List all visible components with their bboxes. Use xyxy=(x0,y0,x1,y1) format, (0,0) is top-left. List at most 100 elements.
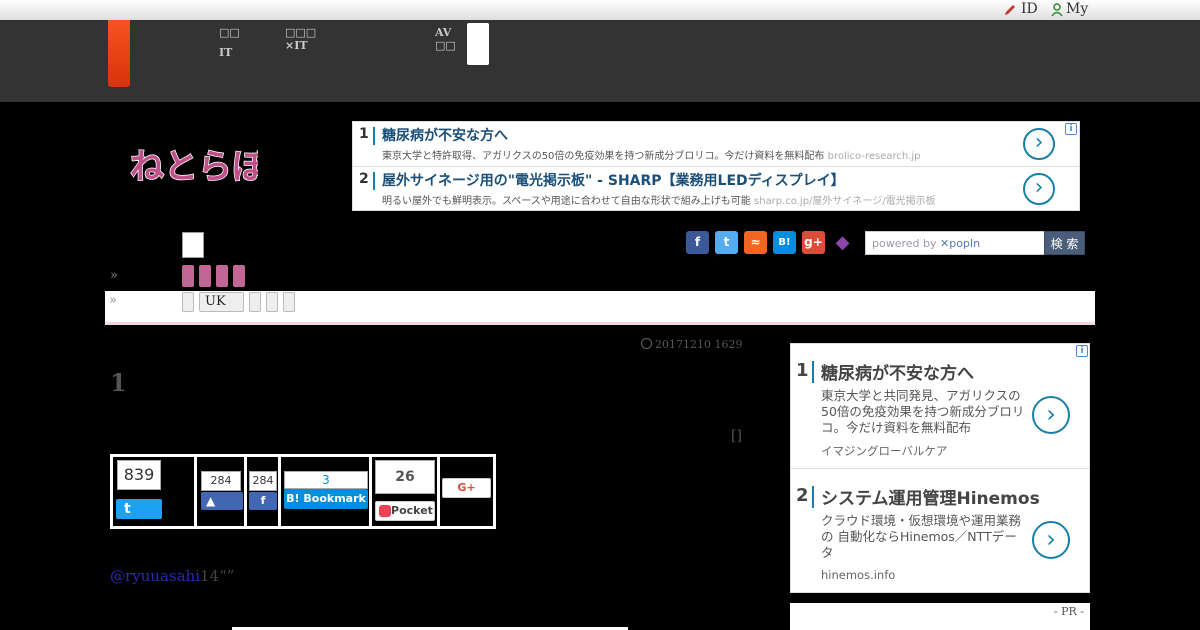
ad-bar xyxy=(812,361,814,383)
twitter-count: 839 xyxy=(117,460,161,490)
ad-number: 1 xyxy=(359,126,369,142)
facebook-icon[interactable]: f xyxy=(686,231,709,254)
ad-title[interactable]: システム運用管理Hinemos xyxy=(821,484,1040,509)
nav-item-1-line2: IT xyxy=(219,46,233,59)
ad-info-icon[interactable]: i xyxy=(1065,123,1077,135)
utility-bar: ID My xyxy=(0,0,1200,20)
share-buttons: 839 t 284 ▲ 284 f 3 B! Bookmark 26 Pocke… xyxy=(110,454,496,529)
ad-number: 2 xyxy=(359,171,369,187)
cat-icon[interactable]: ◆ xyxy=(831,231,854,254)
nav-item-1-line1: □□ xyxy=(219,26,240,39)
subnav-pill-4[interactable] xyxy=(266,292,278,312)
ad-source: イマジングローバルケア xyxy=(821,444,948,458)
search-button[interactable]: 検 索 xyxy=(1044,231,1085,255)
top-ad-banner: 1 糖尿病が不安な方へ 東京大学と特許取得、アガリクスの50倍の免疫効果を持つ新… xyxy=(352,121,1080,211)
tweet-button[interactable]: t xyxy=(116,499,162,519)
share-twitter-cell: 839 t xyxy=(113,457,197,526)
rss-icon[interactable]: ≈ xyxy=(744,231,767,254)
search-input[interactable]: powered by ✕popIn xyxy=(865,231,1045,255)
share-facebook-cell: 284 f xyxy=(247,457,281,526)
mention-text: 14“” xyxy=(200,567,235,585)
search-placeholder: powered by xyxy=(872,237,940,250)
breadcrumb-arrow: » xyxy=(110,268,118,283)
subnav-pill-uk[interactable]: UK xyxy=(199,292,244,312)
pr-label: - PR - xyxy=(1053,605,1084,618)
ad-arrow-button[interactable]: › xyxy=(1023,173,1055,205)
nav-item-1[interactable]: □□ IT xyxy=(219,26,240,59)
nav-item-2-line1: □□□ xyxy=(285,26,317,39)
nav-item-2-line2: ×IT xyxy=(285,39,308,52)
gplus-button[interactable]: G+ xyxy=(442,478,491,498)
pocket-count: 26 xyxy=(375,460,435,494)
pocket-icon xyxy=(379,505,391,517)
twitter-icon[interactable]: t xyxy=(715,231,738,254)
sidebar-ad-item-2[interactable]: 2 システム運用管理Hinemos クラウド環境・仮想環境や運用業務の 自動化な… xyxy=(791,469,1089,593)
ad-desc: 東京大学と共同発見、アガリクスの50倍の免疫効果を持つ新成分ブロリコ。今だけ資料… xyxy=(821,388,1025,435)
share-pocket-cell: 26 Pocket xyxy=(372,457,440,526)
pocket-button[interactable]: Pocket xyxy=(375,501,435,521)
googleplus-icon[interactable]: g+ xyxy=(802,231,825,254)
itmedia-logo-tab[interactable] xyxy=(108,20,130,87)
pink-tab-4[interactable] xyxy=(233,265,245,287)
facebook-share-count: 284 xyxy=(249,471,277,491)
nav-item-2[interactable]: □□□ ×IT xyxy=(285,26,316,52)
ad-arrow-button[interactable]: › xyxy=(1032,521,1070,559)
article-title: 1 xyxy=(110,368,127,397)
hatena-bookmark-button[interactable]: B! Bookmark xyxy=(284,489,368,509)
pink-tab-2[interactable] xyxy=(199,265,211,287)
nav-item-3-line2: □□ xyxy=(435,39,456,52)
breadcrumb-arrow: » xyxy=(109,293,117,308)
article-date: 20171210 1629 xyxy=(641,338,742,351)
facebook-like-button[interactable]: ▲ xyxy=(201,492,243,510)
global-nav: □□ IT □□□ ×IT AV □□ xyxy=(0,20,1200,102)
ad-title[interactable]: 糖尿病が不安な方へ xyxy=(821,359,974,384)
subnav-pill-5[interactable] xyxy=(283,292,295,312)
sidebar-ad-item-1[interactable]: 1 糖尿病が不安な方へ 東京大学と共同発見、アガリクスの50倍の免疫効果を持つ新… xyxy=(791,344,1089,468)
twitter-handle-link[interactable]: @ryuuasahi xyxy=(110,567,200,585)
pencil-icon xyxy=(1005,5,1015,15)
ad-number: 2 xyxy=(796,485,809,506)
user-icon xyxy=(1051,3,1063,17)
nav-item-3-line1: AV xyxy=(435,26,452,39)
ad-desc: 明るい屋外でも鮮明表示。スペースや用途に合わせて自由な形状で組み上げも可能 sh… xyxy=(382,196,936,207)
site-logo-text: ねとらぼ xyxy=(130,147,258,187)
ad-bar xyxy=(373,127,375,145)
id-link[interactable]: ID xyxy=(1021,1,1038,17)
facebook-share-button[interactable]: f xyxy=(249,492,277,510)
article-text-mention: @ryuuasahi14“” xyxy=(110,567,234,585)
ad-title[interactable]: 屋外サイネージ用の"電光掲示板" - SHARP【業務用LEDディスプレイ】 xyxy=(382,170,845,190)
subnav-pill-1[interactable] xyxy=(182,292,194,312)
pocket-label: Pocket xyxy=(391,504,433,517)
share-facebook-like-cell: 284 ▲ xyxy=(197,457,247,526)
ad-number: 1 xyxy=(796,360,809,381)
article-mark: [] xyxy=(731,428,742,444)
pr-box: - PR - xyxy=(790,603,1090,630)
nav-item-3[interactable]: AV □□ xyxy=(435,26,456,52)
hatena-icon[interactable]: B! xyxy=(773,231,796,254)
ad-arrow-button[interactable]: › xyxy=(1023,128,1055,160)
ad-desc: 東京大学と特許取得、アガリクスの50倍の免疫効果を持つ新成分ブロリコ。今だけ資料… xyxy=(382,151,921,162)
share-hatena-cell: 3 B! Bookmark xyxy=(281,457,372,526)
pink-tab-1[interactable] xyxy=(182,265,194,287)
ad-desc: クラウド環境・仮想環境や運用業務の 自動化ならHinemos／NTTデータ xyxy=(821,513,1022,560)
top-ad-row-2[interactable]: 2 屋外サイネージ用の"電光掲示板" - SHARP【業務用LEDディスプレイ】… xyxy=(353,167,1079,211)
top-ad-row-1[interactable]: 1 糖尿病が不安な方へ 東京大学と特許取得、アガリクスの50倍の免疫効果を持つ新… xyxy=(353,122,1079,166)
ad-source: hinemos.info xyxy=(821,568,896,582)
site-logo[interactable]: ねとらぼ xyxy=(128,138,258,190)
subnav-pill-3[interactable] xyxy=(249,292,261,312)
category-icon-box[interactable] xyxy=(182,232,204,258)
my-link[interactable]: My xyxy=(1066,1,1088,17)
ad-title[interactable]: 糖尿病が不安な方へ xyxy=(382,125,508,145)
pink-tab-3[interactable] xyxy=(216,265,228,287)
clock-icon xyxy=(641,338,652,349)
sub-navigation: » UK xyxy=(105,291,1095,325)
hatena-count: 3 xyxy=(284,471,368,489)
ad-arrow-button[interactable]: › xyxy=(1032,396,1070,434)
ad-info-icon[interactable]: i xyxy=(1076,345,1088,357)
sidebar-ad: 1 糖尿病が不安な方へ 東京大学と共同発見、アガリクスの50倍の免疫効果を持つ新… xyxy=(790,343,1090,593)
popin-brand: ✕popIn xyxy=(940,237,981,250)
nav-search-box[interactable] xyxy=(467,23,489,65)
ad-bar xyxy=(373,172,375,190)
share-gplus-cell: G+ xyxy=(440,457,493,526)
ad-bar xyxy=(812,486,814,508)
